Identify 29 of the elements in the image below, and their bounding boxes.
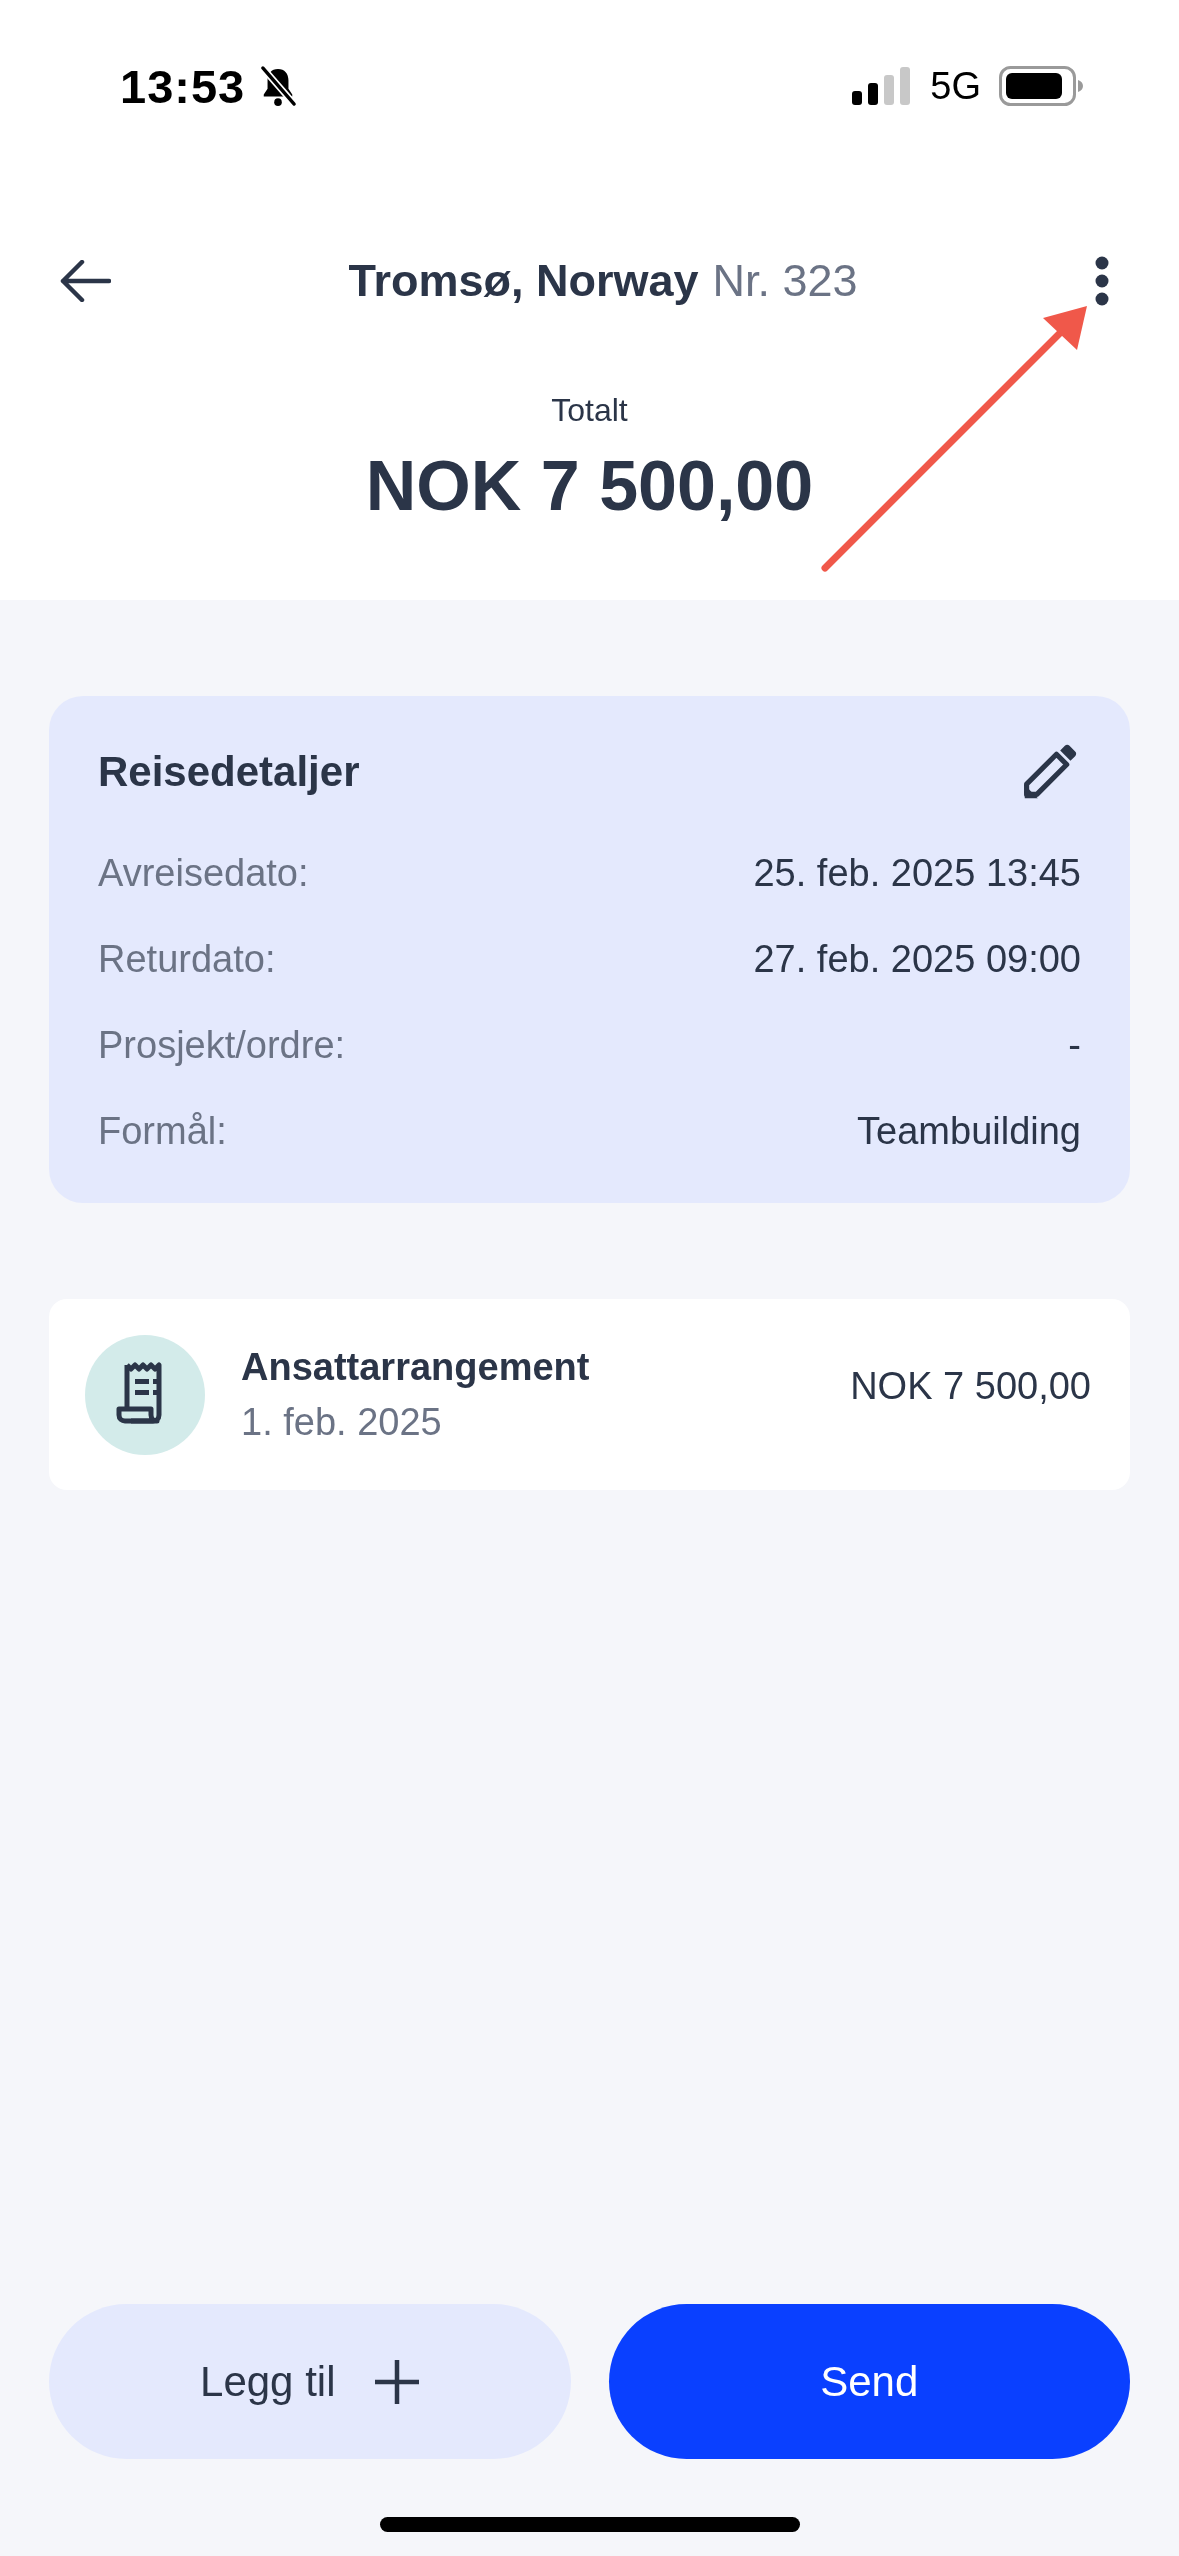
expense-title: Ansattarrangement bbox=[241, 1345, 591, 1389]
total-amount: NOK 7 500,00 bbox=[365, 446, 814, 527]
trip-title: Tromsø, Norway bbox=[348, 255, 699, 307]
total-label: Totalt bbox=[551, 391, 628, 430]
status-time: 13:53 bbox=[120, 58, 246, 114]
send-button[interactable]: Send bbox=[608, 2304, 1130, 2459]
expense-item[interactable]: Ansattarrangement 1. feb. 2025 NOK 7 500,00 bbox=[49, 1299, 1130, 1490]
detail-value: - bbox=[1068, 1023, 1081, 1067]
card-title: Reisedetaljer bbox=[98, 748, 360, 796]
battery-icon bbox=[999, 66, 1083, 106]
trip-number: Nr. 323 bbox=[712, 255, 858, 307]
expense-date: 1. feb. 2025 bbox=[241, 1400, 443, 1444]
network-label: 5G bbox=[930, 64, 981, 108]
pencil-icon bbox=[1021, 744, 1077, 800]
detail-value: Teambuilding bbox=[857, 1109, 1081, 1153]
detail-label: Formål: bbox=[98, 1109, 227, 1153]
detail-label: Returdato: bbox=[98, 937, 276, 981]
expense-amount: NOK 7 500,00 bbox=[850, 1365, 1091, 1408]
signal-icon bbox=[852, 67, 911, 105]
detail-label: Avreisedato: bbox=[98, 851, 309, 895]
detail-label: Prosjekt/ordre: bbox=[98, 1023, 346, 1067]
add-button[interactable]: Legg til bbox=[49, 2304, 571, 2459]
detail-value: 27. feb. 2025 09:00 bbox=[753, 937, 1081, 981]
receipt-icon bbox=[85, 1334, 205, 1455]
more-vertical-icon bbox=[1095, 256, 1109, 306]
plus-icon bbox=[375, 2359, 420, 2404]
bell-slash-icon bbox=[259, 65, 298, 107]
back-arrow-icon bbox=[59, 260, 111, 302]
detail-value: 25. feb. 2025 13:45 bbox=[753, 851, 1081, 895]
